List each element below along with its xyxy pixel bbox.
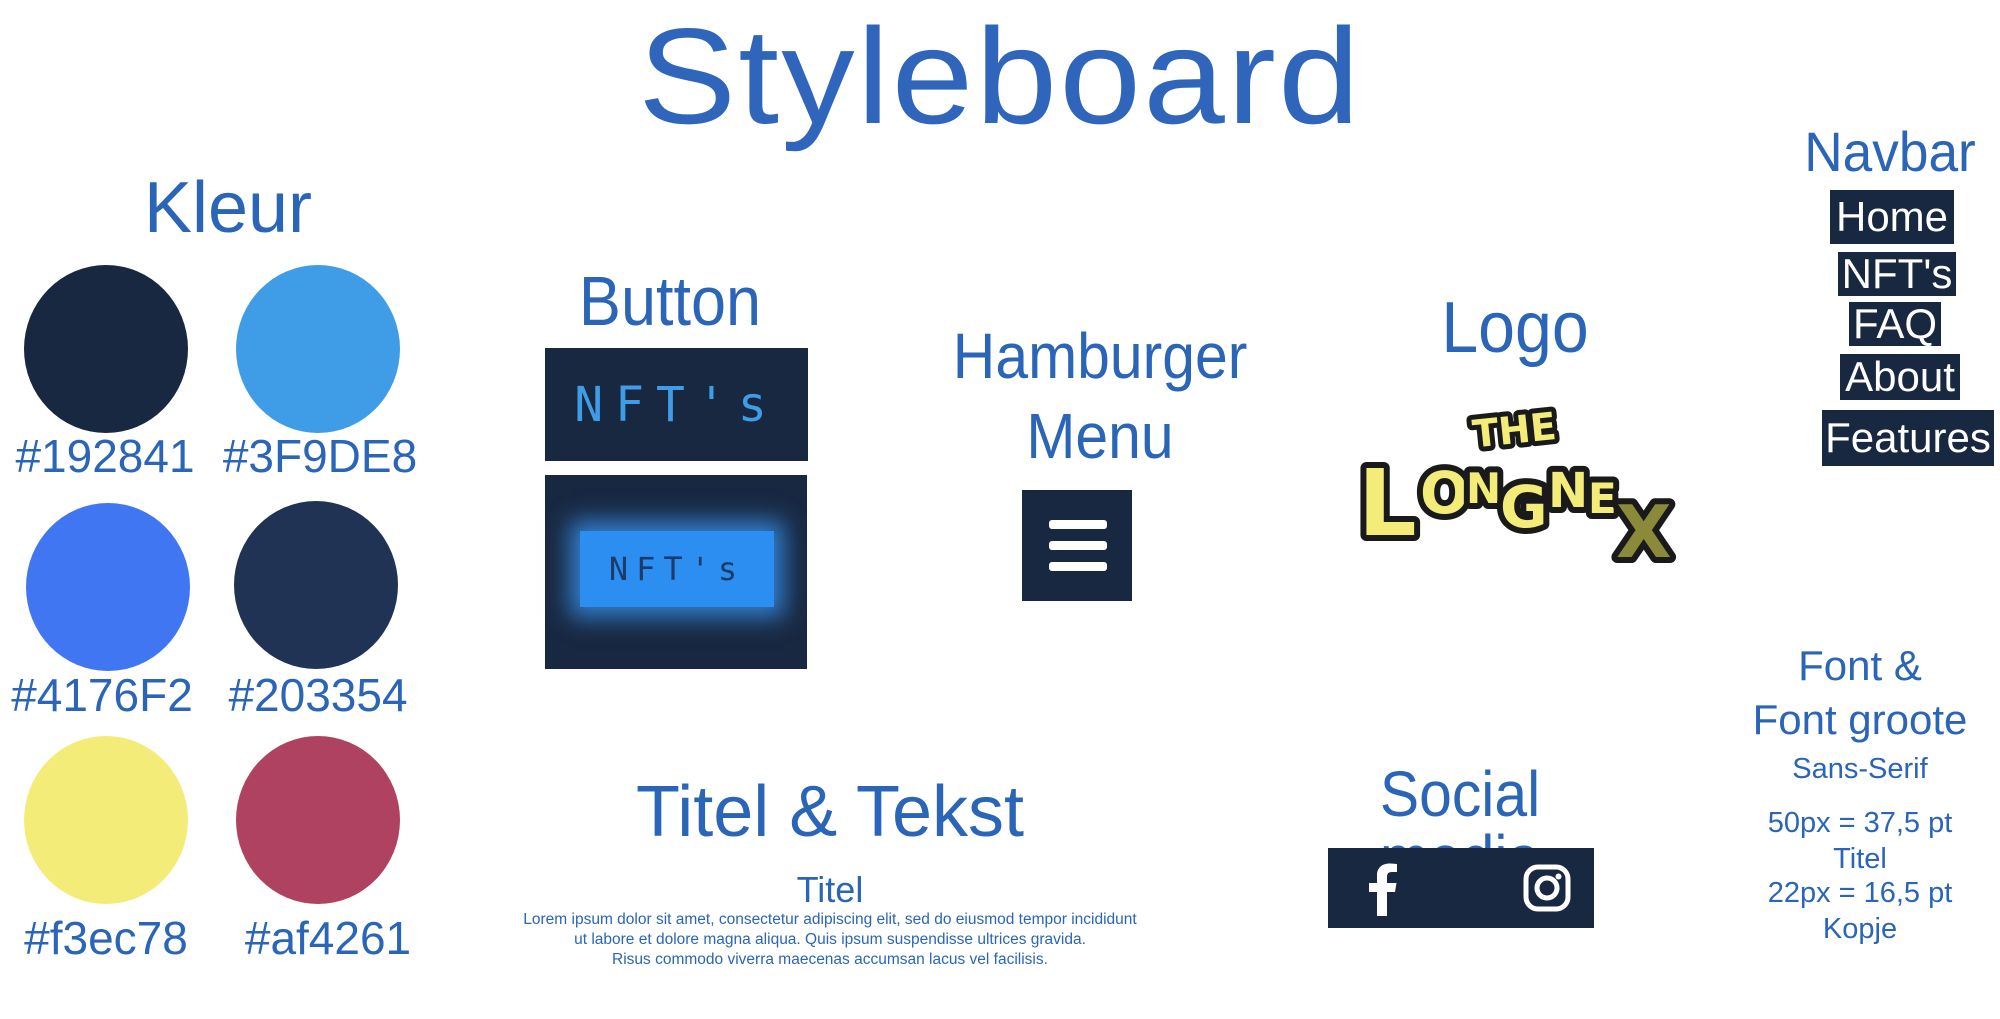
nav-item-features[interactable]: Features bbox=[1822, 410, 1994, 466]
lorem-line: Lorem ipsum dolor sit amet, consectetur … bbox=[523, 911, 1137, 928]
title-text-heading: Titel & Tekst bbox=[635, 772, 1025, 852]
font-heading-line1: Font & bbox=[1798, 642, 1922, 689]
color-label: #f3ec78 bbox=[24, 912, 188, 964]
color-label: #192841 bbox=[15, 430, 195, 482]
font-size-title-use: Titel bbox=[1833, 843, 1887, 875]
button-heading: Button bbox=[578, 262, 762, 340]
color-swatch-f3ec78 bbox=[24, 736, 188, 904]
svg-text:E: E bbox=[1588, 474, 1617, 523]
svg-text:N: N bbox=[1466, 464, 1501, 513]
nav-item-nfts[interactable]: NFT's bbox=[1838, 252, 1956, 296]
logo-heading: Logo bbox=[1441, 288, 1589, 368]
nft-button[interactable]: NFT's bbox=[545, 348, 808, 461]
font-size-heading-use: Kopje bbox=[1822, 913, 1898, 945]
navbar-heading: Navbar bbox=[1804, 120, 1976, 183]
nav-item-home[interactable]: Home bbox=[1830, 190, 1954, 244]
hamburger-heading-line2: Menu bbox=[1026, 400, 1174, 472]
font-size-heading: 22px = 16,5 pt bbox=[1767, 877, 1953, 909]
font-family-value: Sans-Serif bbox=[1792, 753, 1928, 785]
lorem-line: ut labore et dolore magna aliqua. Quis i… bbox=[574, 931, 1086, 948]
color-label: #203354 bbox=[228, 669, 408, 721]
svg-text:X: X bbox=[1616, 490, 1672, 574]
font-heading-line2: Font groote bbox=[1752, 696, 1968, 743]
color-label: #af4261 bbox=[244, 912, 412, 964]
svg-text:N: N bbox=[1548, 463, 1588, 519]
lorem-line: Risus commodo viverra maecenas accumsan … bbox=[612, 951, 1048, 968]
color-swatch-af4261 bbox=[236, 736, 400, 904]
nav-item-faq[interactable]: FAQ bbox=[1849, 302, 1941, 346]
hamburger-heading-line1: Hamburger bbox=[952, 320, 1248, 392]
social-media-bar bbox=[1328, 848, 1594, 928]
svg-text:G: G bbox=[1500, 473, 1548, 541]
colors-heading: Kleur bbox=[143, 168, 313, 248]
nft-button-hover-preview: NFT's bbox=[545, 475, 807, 669]
color-swatch-4176f2 bbox=[26, 503, 190, 671]
nav-item-about[interactable]: About bbox=[1840, 354, 1960, 400]
svg-text:L: L bbox=[1358, 450, 1417, 557]
nft-button-hover[interactable]: NFT's bbox=[580, 531, 774, 607]
logo-text-the: THE bbox=[1471, 404, 1559, 457]
color-label: #4176F2 bbox=[11, 669, 193, 721]
facebook-icon[interactable] bbox=[1366, 862, 1398, 916]
page-title: Styleboard bbox=[638, 0, 1362, 152]
hamburger-menu-button[interactable] bbox=[1022, 490, 1132, 601]
the-longnex-logo: THE L O N G N E X bbox=[1352, 399, 1678, 575]
instagram-icon[interactable] bbox=[1523, 864, 1571, 912]
svg-text:O: O bbox=[1420, 459, 1469, 527]
color-swatch-203354 bbox=[234, 501, 398, 669]
color-swatch-192841 bbox=[24, 265, 188, 433]
color-swatch-3f9de8 bbox=[236, 265, 400, 433]
sample-body-text: Lorem ipsum dolor sit amet, consectetur … bbox=[470, 910, 1190, 970]
color-label: #3F9DE8 bbox=[222, 430, 418, 482]
font-size-title: 50px = 37,5 pt bbox=[1767, 807, 1953, 839]
sample-title: Titel bbox=[796, 869, 864, 910]
